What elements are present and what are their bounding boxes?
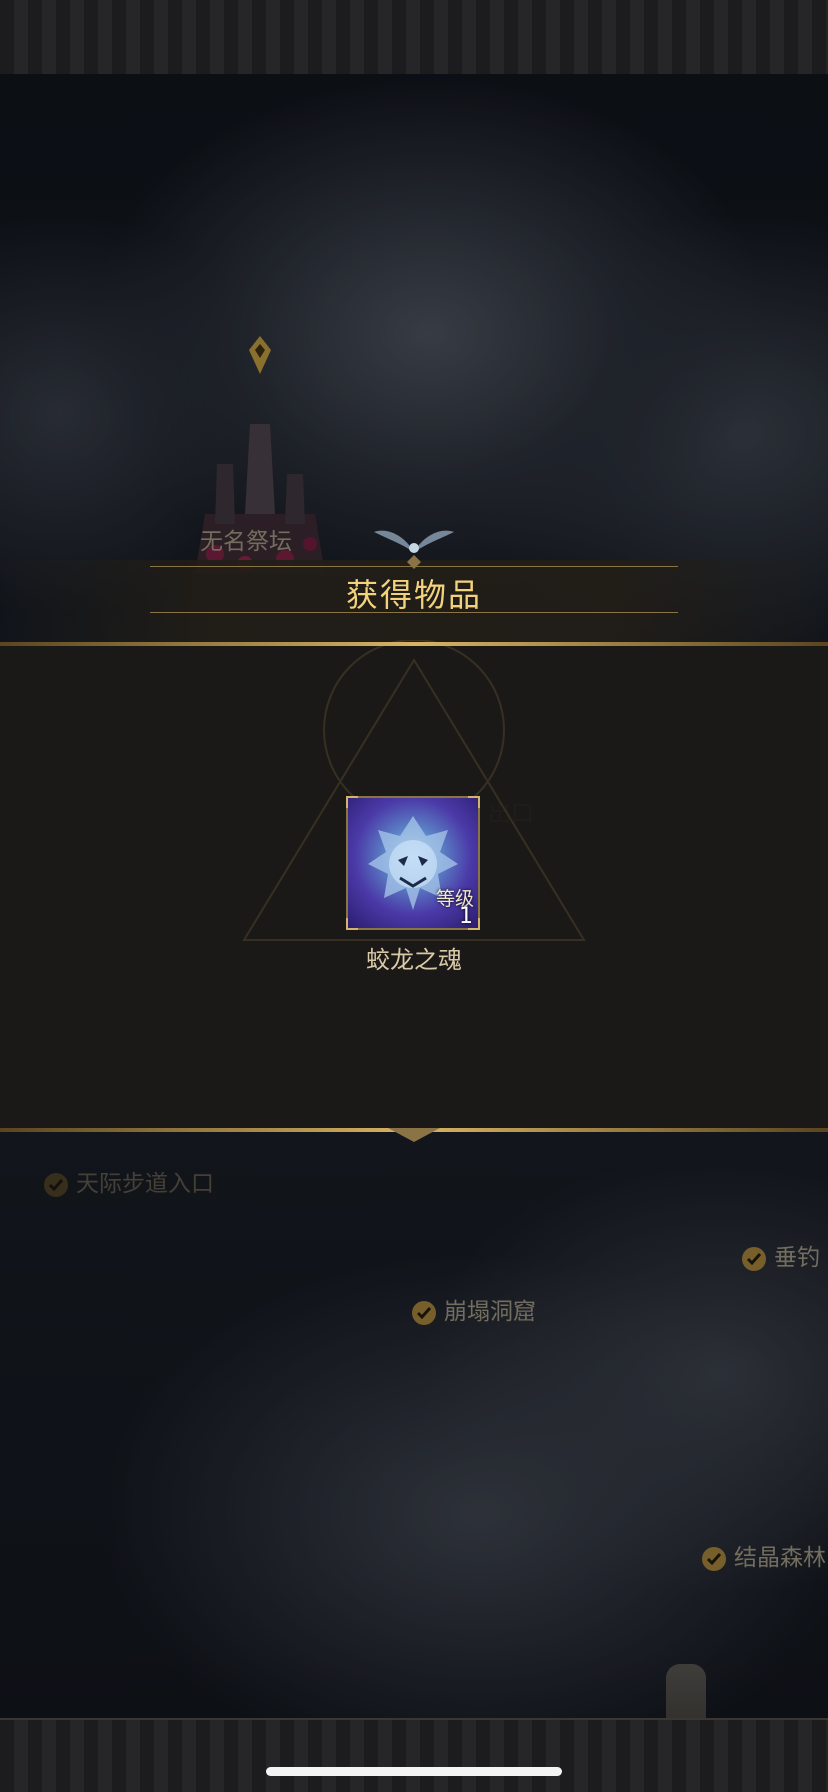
- slot-corner: [468, 796, 480, 808]
- home-indicator[interactable]: [266, 1767, 562, 1776]
- slot-corner: [346, 918, 358, 930]
- slot-corner: [346, 796, 358, 808]
- game-scene: 无名祭坛 出口 天际步道入口 崩塌洞窟 垂钓 结晶森林 获得物品: [0, 0, 828, 1792]
- diamond-ornament-icon: [407, 555, 421, 569]
- dialog-title: 获得物品: [345, 576, 482, 614]
- bottom-ornament-icon: [388, 1128, 440, 1142]
- bottom-ornate-frame: [0, 1718, 828, 1792]
- wings-ornament-icon: [374, 530, 454, 553]
- item-level-value: 1: [459, 904, 473, 929]
- top-ornate-frame: [0, 0, 828, 76]
- item-name: 蛟龙之魂: [366, 946, 462, 974]
- reward-item-slot[interactable]: 等级 1: [346, 796, 480, 930]
